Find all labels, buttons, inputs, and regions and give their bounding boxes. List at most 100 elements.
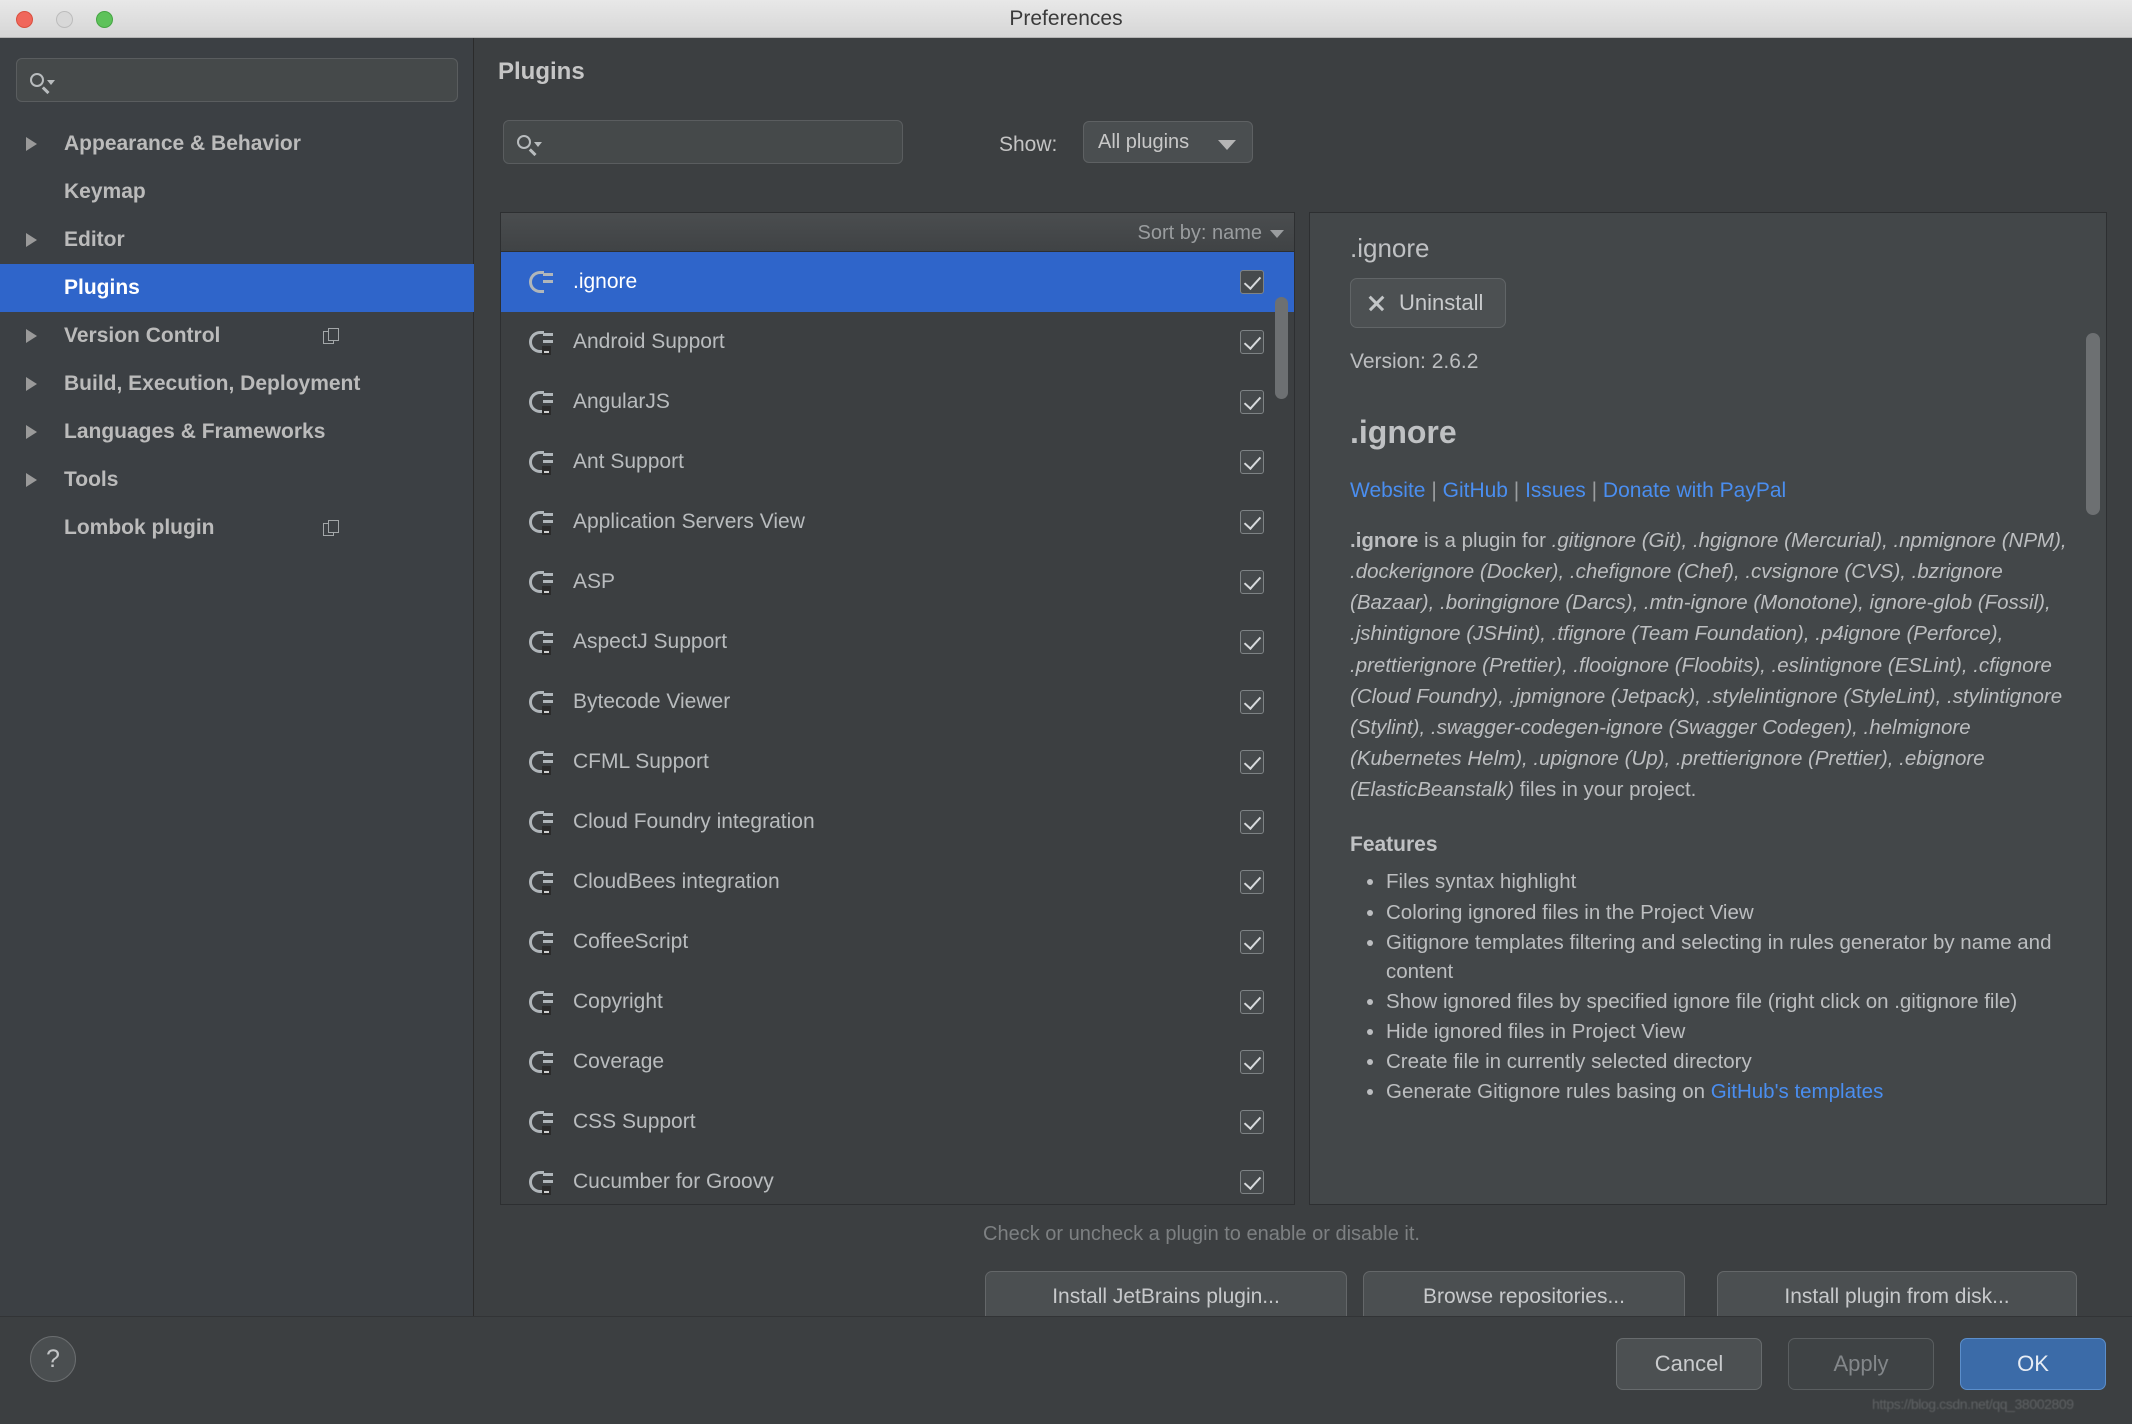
cancel-button[interactable]: Cancel	[1616, 1338, 1762, 1390]
copy-settings-icon[interactable]	[323, 520, 340, 537]
sidebar-search-input[interactable]	[16, 58, 458, 102]
expand-arrow-icon[interactable]	[26, 233, 37, 247]
feature-text: Create file in currently selected direct…	[1386, 1050, 1752, 1073]
plugin-list-item[interactable]: Cucumber for Groovy	[501, 1152, 1295, 1205]
detail-link-donate-with-paypal[interactable]: Donate with PayPal	[1603, 479, 1786, 502]
plugin-enabled-checkbox[interactable]	[1240, 330, 1264, 354]
plugin-enabled-checkbox[interactable]	[1240, 390, 1264, 414]
plugin-list-item[interactable]: Cloud Foundry integration	[501, 792, 1295, 852]
plugin-enabled-checkbox[interactable]	[1240, 1110, 1264, 1134]
plugin-name: CoffeeScript	[573, 930, 688, 954]
sort-by-label[interactable]: Sort by: name	[1137, 222, 1262, 245]
detail-link-website[interactable]: Website	[1350, 479, 1425, 502]
show-filter-label: Show:	[999, 133, 1057, 157]
plugin-list-header: Sort by: name	[501, 213, 1295, 252]
plugin-name: Android Support	[573, 330, 725, 354]
uninstall-button[interactable]: Uninstall	[1350, 278, 1506, 328]
help-button[interactable]: ?	[30, 1336, 76, 1382]
copy-settings-icon[interactable]	[323, 328, 340, 345]
plugin-enabled-checkbox[interactable]	[1240, 1170, 1264, 1194]
plugin-icon	[529, 329, 553, 355]
plugin-icon	[529, 689, 553, 715]
watermark: https://blog.csdn.net/qq_38002809	[1872, 1396, 2074, 1412]
expand-arrow-icon[interactable]	[26, 425, 37, 439]
plugin-list-item[interactable]: AngularJS	[501, 372, 1295, 432]
expand-arrow-icon[interactable]	[26, 137, 37, 151]
sidebar-item-keymap[interactable]: Keymap	[0, 168, 474, 216]
plugin-list-item[interactable]: Copyright	[501, 972, 1295, 1032]
expand-arrow-icon[interactable]	[26, 377, 37, 391]
features-list: Files syntax highlightColoring ignored f…	[1350, 867, 2068, 1106]
plugin-icon	[529, 1169, 553, 1195]
plugin-list-item[interactable]: CFML Support	[501, 732, 1295, 792]
link-separator: |	[1425, 479, 1442, 502]
plugin-list-item[interactable]: Application Servers View	[501, 492, 1295, 552]
sidebar-item-label: Editor	[64, 228, 125, 252]
plugin-list-panel: Sort by: name .ignore Android Support Angu…	[500, 212, 1295, 1205]
sidebar-item-build-execution-deployment[interactable]: Build, Execution, Deployment	[0, 360, 474, 408]
sidebar-item-version-control[interactable]: Version Control	[0, 312, 474, 360]
plugin-list-item[interactable]: Bytecode Viewer	[501, 672, 1295, 732]
plugin-list-item[interactable]: .ignore	[501, 252, 1295, 312]
description-lead-bold: .ignore	[1350, 529, 1418, 552]
plugin-list-item[interactable]: CSS Support	[501, 1092, 1295, 1152]
plugin-enabled-checkbox[interactable]	[1240, 1050, 1264, 1074]
feature-item: Generate Gitignore rules basing on GitHu…	[1386, 1077, 2068, 1106]
plugin-enabled-checkbox[interactable]	[1240, 270, 1264, 294]
sidebar-item-label: Appearance & Behavior	[64, 132, 301, 156]
plugin-enabled-checkbox[interactable]	[1240, 990, 1264, 1014]
detail-scroll-thumb[interactable]	[2086, 333, 2100, 515]
expand-arrow-icon[interactable]	[26, 329, 37, 343]
sidebar-item-lombok-plugin[interactable]: Lombok plugin	[0, 504, 474, 552]
sidebar-item-tools[interactable]: Tools	[0, 456, 474, 504]
plugin-name: CFML Support	[573, 750, 709, 774]
sidebar-item-languages-frameworks[interactable]: Languages & Frameworks	[0, 408, 474, 456]
features-title: Features	[1350, 833, 2068, 857]
feature-item: Coloring ignored files in the Project Vi…	[1386, 898, 2068, 927]
plugin-enabled-checkbox[interactable]	[1240, 810, 1264, 834]
plugin-enabled-checkbox[interactable]	[1240, 510, 1264, 534]
plugin-icon	[529, 569, 553, 595]
plugin-name: .ignore	[573, 270, 637, 294]
plugin-list-item[interactable]: Coverage	[501, 1032, 1295, 1092]
uninstall-button-label: Uninstall	[1399, 290, 1483, 316]
sidebar-item-plugins[interactable]: Plugins	[0, 264, 474, 312]
detail-link-issues[interactable]: Issues	[1525, 479, 1586, 502]
ok-button[interactable]: OK	[1960, 1338, 2106, 1390]
plugin-enabled-checkbox[interactable]	[1240, 930, 1264, 954]
plugin-enabled-checkbox[interactable]	[1240, 870, 1264, 894]
detail-link-github[interactable]: GitHub	[1443, 479, 1508, 502]
plugin-list-item[interactable]: ASP	[501, 552, 1295, 612]
sidebar-item-appearance-behavior[interactable]: Appearance & Behavior	[0, 120, 474, 168]
sidebar-item-editor[interactable]: Editor	[0, 216, 474, 264]
plugin-name: AspectJ Support	[573, 630, 727, 654]
github-templates-link[interactable]: GitHub's templates	[1711, 1080, 1884, 1103]
plugin-enabled-checkbox[interactable]	[1240, 570, 1264, 594]
plugin-list-item[interactable]: Android Support	[501, 312, 1295, 372]
detail-description: .ignore is a plugin for .gitignore (Git)…	[1350, 525, 2068, 805]
search-icon	[30, 73, 55, 87]
plugin-list-scrollbar[interactable]	[1274, 253, 1292, 1205]
plugin-enabled-checkbox[interactable]	[1240, 630, 1264, 654]
show-filter-value: All plugins	[1098, 131, 1189, 154]
plugin-search-input[interactable]	[503, 120, 903, 164]
plugin-list-scroll-thumb[interactable]	[1275, 297, 1288, 399]
plugin-list-item[interactable]: CoffeeScript	[501, 912, 1295, 972]
plugin-detail-panel: .ignore Uninstall Version: 2.6.2 .ignore…	[1309, 212, 2107, 1205]
show-filter-dropdown[interactable]: All plugins	[1083, 121, 1253, 163]
description-tail: files in your project.	[1514, 778, 1696, 801]
feature-item: Hide ignored files in Project View	[1386, 1017, 2068, 1046]
apply-button[interactable]: Apply	[1788, 1338, 1934, 1390]
plugin-list-item[interactable]: CloudBees integration	[501, 852, 1295, 912]
plugin-name: Application Servers View	[573, 510, 805, 534]
plugin-list-item[interactable]: Ant Support	[501, 432, 1295, 492]
plugin-enabled-checkbox[interactable]	[1240, 450, 1264, 474]
plugin-enabled-checkbox[interactable]	[1240, 750, 1264, 774]
feature-item: Gitignore templates filtering and select…	[1386, 928, 2068, 986]
plugin-list-item[interactable]: AspectJ Support	[501, 612, 1295, 672]
chevron-down-icon[interactable]	[1270, 230, 1284, 238]
expand-arrow-icon[interactable]	[26, 473, 37, 487]
sidebar-item-label: Plugins	[64, 276, 140, 300]
plugin-hint-text: Check or uncheck a plugin to enable or d…	[983, 1223, 1420, 1246]
plugin-enabled-checkbox[interactable]	[1240, 690, 1264, 714]
